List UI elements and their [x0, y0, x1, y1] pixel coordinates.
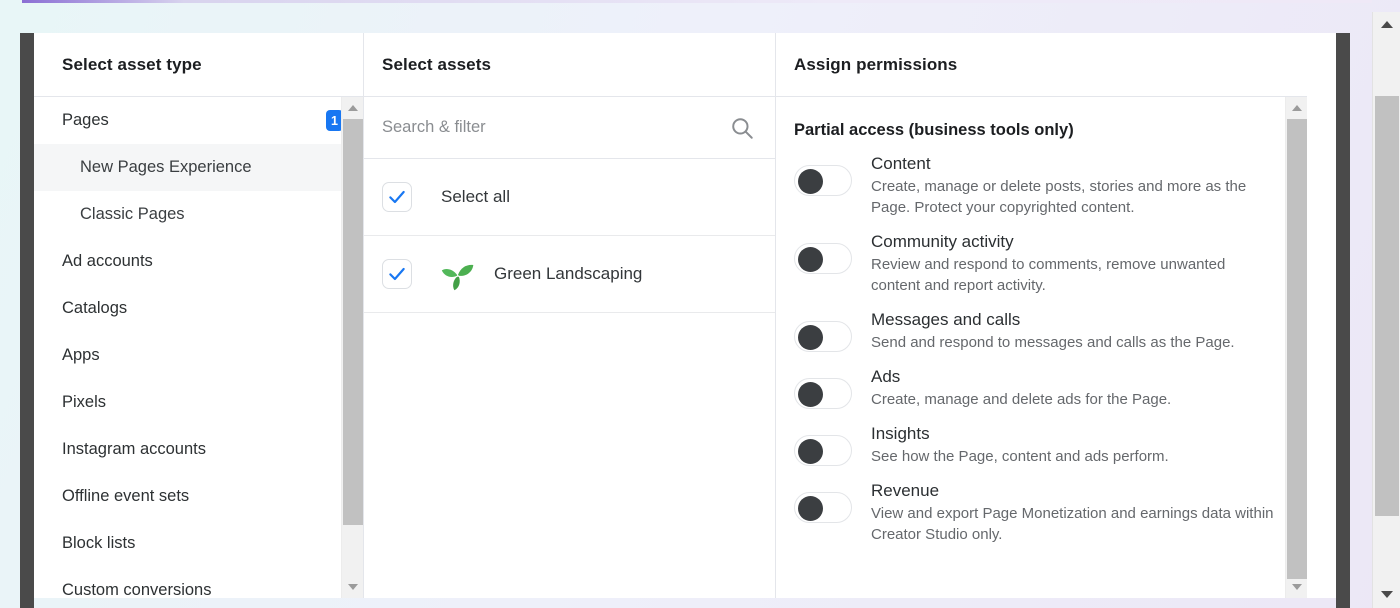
permission-description: See how the Page, content and ads perfor… — [871, 446, 1169, 467]
page-scroll-down-arrow-icon[interactable] — [1373, 582, 1400, 608]
asset-type-label: Catalogs — [62, 299, 343, 318]
permission-row: Community activityReview and respond to … — [776, 224, 1307, 302]
toggle-knob — [798, 247, 823, 272]
page-scrollbar[interactable] — [1372, 12, 1400, 608]
permission-description: Review and respond to comments, remove u… — [871, 254, 1277, 296]
asset-type-label: Ad accounts — [62, 252, 343, 271]
search-icon[interactable] — [729, 115, 755, 141]
asset-type-item[interactable]: Catalogs — [34, 285, 363, 332]
permission-title: Messages and calls — [871, 308, 1235, 331]
asset-type-label: Pixels — [62, 393, 343, 412]
asset-type-label: Pages — [62, 111, 326, 130]
scroll-up-arrow-icon[interactable] — [342, 97, 363, 119]
permission-toggle[interactable] — [794, 321, 852, 352]
toggle-knob — [798, 382, 823, 407]
asset-name-label: Green Landscaping — [494, 264, 642, 284]
column-select-assets: Select assets Select all — [364, 33, 776, 598]
asset-type-label: New Pages Experience — [80, 158, 343, 177]
select-assets-header: Select assets — [364, 33, 775, 97]
column-assign-permissions: Assign permissions Partial access (busin… — [776, 33, 1307, 598]
page-scroll-up-arrow-icon[interactable] — [1373, 12, 1400, 38]
window-rail-right — [1336, 33, 1350, 608]
permission-description: Create, manage and delete ads for the Pa… — [871, 389, 1171, 410]
asset-type-item[interactable]: Classic Pages — [34, 191, 363, 238]
asset-type-item[interactable]: Pixels — [34, 379, 363, 426]
green-leaf-logo-icon — [440, 256, 476, 292]
asset-list-item[interactable]: Green Landscaping — [364, 236, 775, 313]
permission-text: AdsCreate, manage and delete ads for the… — [871, 365, 1171, 410]
permission-toggle[interactable] — [794, 435, 852, 466]
asset-type-item[interactable]: Instagram accounts — [34, 426, 363, 473]
permission-toggle[interactable] — [794, 165, 852, 196]
toggle-knob — [798, 439, 823, 464]
permission-title: Insights — [871, 422, 1169, 445]
window-rail-left — [20, 33, 34, 608]
select-all-label: Select all — [441, 187, 510, 207]
permission-description: Send and respond to messages and calls a… — [871, 332, 1235, 353]
search-input[interactable] — [382, 118, 729, 137]
permissions-body: Partial access (business tools only) Con… — [776, 97, 1307, 598]
toggle-knob — [798, 496, 823, 521]
asset-type-item[interactable]: Offline event sets — [34, 473, 363, 520]
asset-type-item[interactable]: Apps — [34, 332, 363, 379]
permissions-scrollbar[interactable] — [1285, 97, 1307, 598]
permission-text: Community activityReview and respond to … — [871, 230, 1277, 296]
permission-row: ContentCreate, manage or delete posts, s… — [776, 146, 1307, 224]
select-asset-type-header: Select asset type — [34, 33, 363, 97]
permission-row: RevenueView and export Page Monetization… — [776, 473, 1307, 551]
column-select-asset-type: Select asset type Pages1 New Pages Experi… — [34, 33, 364, 598]
permission-row: Messages and callsSend and respond to me… — [776, 302, 1307, 359]
permission-title: Content — [871, 152, 1277, 175]
toggle-knob — [798, 325, 823, 350]
asset-type-item[interactable]: New Pages Experience — [34, 144, 363, 191]
asset-type-list: Pages1 New Pages Experience Classic Pages A… — [34, 97, 363, 598]
asset-type-item[interactable]: Pages1 — [34, 97, 363, 144]
scrollbar-thumb[interactable] — [343, 119, 363, 525]
assign-permissions-header: Assign permissions — [776, 33, 1307, 97]
asset-type-label: Custom conversions — [62, 581, 343, 598]
permission-title: Revenue — [871, 479, 1277, 502]
select-all-checkbox[interactable] — [382, 182, 412, 212]
asset-assignment-dialog: Select asset type Pages1 New Pages Experi… — [34, 33, 1336, 598]
permission-toggle[interactable] — [794, 492, 852, 523]
select-all-row[interactable]: Select all — [364, 159, 775, 236]
assets-body: Select all Green Landscaping — [364, 97, 775, 598]
scroll-down-arrow-icon[interactable] — [1286, 576, 1307, 598]
asset-type-label: Instagram accounts — [62, 440, 343, 459]
asset-type-label: Classic Pages — [80, 205, 343, 224]
toggle-knob — [798, 169, 823, 194]
asset-type-label: Apps — [62, 346, 343, 365]
permission-description: View and export Page Monetization and ea… — [871, 503, 1277, 545]
asset-type-label: Offline event sets — [62, 487, 343, 506]
permission-title: Ads — [871, 365, 1171, 388]
page-scrollbar-thumb[interactable] — [1375, 96, 1399, 516]
partial-access-section-title: Partial access (business tools only) — [776, 97, 1307, 146]
permission-text: ContentCreate, manage or delete posts, s… — [871, 152, 1277, 218]
scroll-down-arrow-icon[interactable] — [342, 576, 363, 598]
search-filter-row — [364, 97, 775, 159]
permission-title: Community activity — [871, 230, 1277, 253]
permission-toggle[interactable] — [794, 243, 852, 274]
permission-toggle[interactable] — [794, 378, 852, 409]
asset-type-item[interactable]: Custom conversions — [34, 567, 363, 598]
asset-type-scrollbar[interactable] — [341, 97, 363, 598]
permission-text: RevenueView and export Page Monetization… — [871, 479, 1277, 545]
permission-description: Create, manage or delete posts, stories … — [871, 176, 1277, 218]
permission-text: InsightsSee how the Page, content and ad… — [871, 422, 1169, 467]
scrollbar-thumb[interactable] — [1287, 119, 1307, 579]
permission-text: Messages and callsSend and respond to me… — [871, 308, 1235, 353]
asset-checkbox[interactable] — [382, 259, 412, 289]
asset-type-item[interactable]: Ad accounts — [34, 238, 363, 285]
top-accent-bar — [22, 0, 1372, 3]
scroll-up-arrow-icon[interactable] — [1286, 97, 1307, 119]
asset-type-label: Block lists — [62, 534, 343, 553]
asset-type-item[interactable]: Block lists — [34, 520, 363, 567]
permission-row: AdsCreate, manage and delete ads for the… — [776, 359, 1307, 416]
permission-row: InsightsSee how the Page, content and ad… — [776, 416, 1307, 473]
